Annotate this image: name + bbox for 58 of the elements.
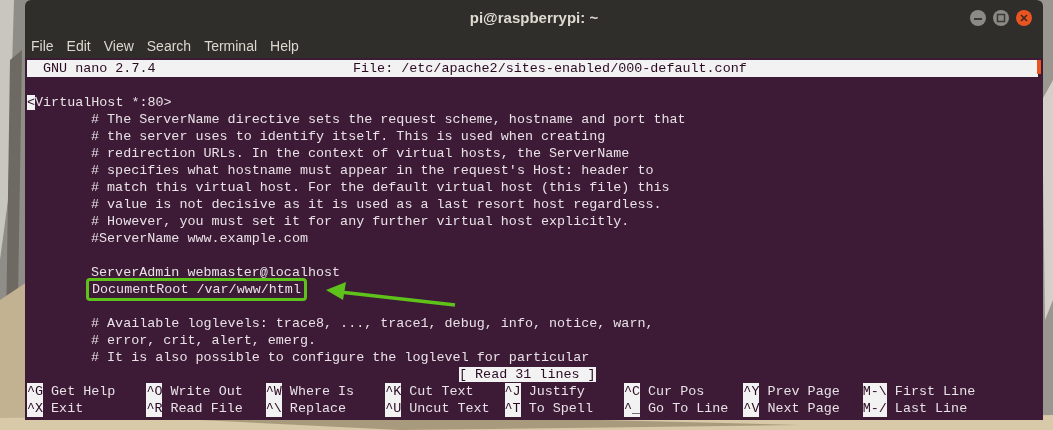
shortcut-label: Replace [289, 400, 347, 417]
shortcut-label: Read File [170, 400, 243, 417]
code-line: # specifies what hostname must appear in the request's Host: header to [91, 163, 654, 178]
shortcut-key: ^\ [265, 400, 282, 417]
shortcut-key: ^U [385, 400, 402, 417]
shortcut-label: Last Line [894, 400, 968, 417]
app-version: GNU nano 2.7.4 [43, 60, 157, 77]
close-icon[interactable] [1015, 9, 1033, 27]
code-line: # error, crit, alert, emerg. [91, 333, 316, 348]
shortcut-key: M-/ [862, 400, 887, 417]
shortcut-label: Prev Page [767, 383, 840, 400]
menu-item[interactable]: Edit [66, 35, 91, 57]
menu-item[interactable]: View [103, 35, 134, 57]
menu-item[interactable]: File [31, 35, 54, 57]
shortcut-key: ^T [504, 400, 521, 417]
shortcut-label: To Spell [528, 400, 593, 417]
shortcut-label: Write Out [170, 383, 243, 400]
code-line: # match this virtual host. For the default virtual host (this file) this [91, 180, 670, 195]
shortcut-label: First Line [894, 383, 976, 400]
shortcut-key: ^C [623, 383, 641, 400]
code-line: DocumentRoot /var/www/html [92, 282, 301, 297]
menu-item[interactable]: Help [270, 35, 299, 57]
shortcut-label: Uncut Text [409, 400, 490, 417]
shortcut-key: ^W [265, 383, 282, 400]
shortcut-key: ^R [146, 400, 163, 417]
file-path: File: /etc/apache2/sites-enabled/000-default.conf [353, 60, 747, 77]
shortcut-key: ^K [385, 383, 402, 400]
shortcut-key: ^J [504, 383, 521, 400]
code-line: #ServerName www.example.com [91, 231, 308, 246]
shortcut-label: Cut Text [409, 383, 474, 400]
scrollbar-thumb [1037, 60, 1041, 74]
code-line: # It is also possible to configure the loglevel for particular [91, 350, 590, 365]
minimize-icon[interactable] [969, 9, 987, 27]
code-line: # The ServerName directive sets the request scheme, hostname and port that [91, 112, 686, 127]
shortcut-key: ^O [146, 383, 163, 400]
shortcut-label: Cur Pos [648, 383, 705, 400]
maximize-icon[interactable] [992, 9, 1010, 27]
code-line: # the server uses to identify itself. This is used when creating [91, 129, 606, 144]
shortcut-key: ^X [27, 400, 44, 417]
shortcut-key: ^Y [743, 383, 760, 400]
shortcut-label: Justify [528, 383, 585, 400]
status-message: [ Read 31 lines ] [459, 367, 596, 382]
window-title: pi@raspberrypi: ~ [469, 7, 599, 28]
shortcut-key: M-\ [862, 383, 887, 400]
shortcut-key: ^_ [623, 400, 641, 417]
code-line: # value is not decisive as it is used as a last resort host regardless. [91, 197, 662, 212]
shortcut-label: Get Help [51, 383, 116, 400]
code-line: ServerAdmin webmaster@localhost [91, 265, 341, 280]
menu-item[interactable]: Search [146, 35, 192, 57]
shortcut-key: ^G [27, 383, 44, 400]
code-line: # However, you must set it for any further virtual host explicitly. [91, 214, 630, 229]
shortcut-label: Where Is [289, 383, 355, 400]
code-line: # Available loglevels: trace8, ..., trace1, debug, info, notice, warn, [91, 316, 654, 331]
menu-item[interactable]: Terminal [204, 35, 258, 57]
shortcut-label: Exit [51, 400, 84, 417]
shortcut-label: Go To Line [648, 400, 729, 417]
code-line: # redirection URLs. In the context of virtual hosts, the ServerName [91, 146, 630, 161]
shortcut-label: Next Page [767, 400, 840, 417]
